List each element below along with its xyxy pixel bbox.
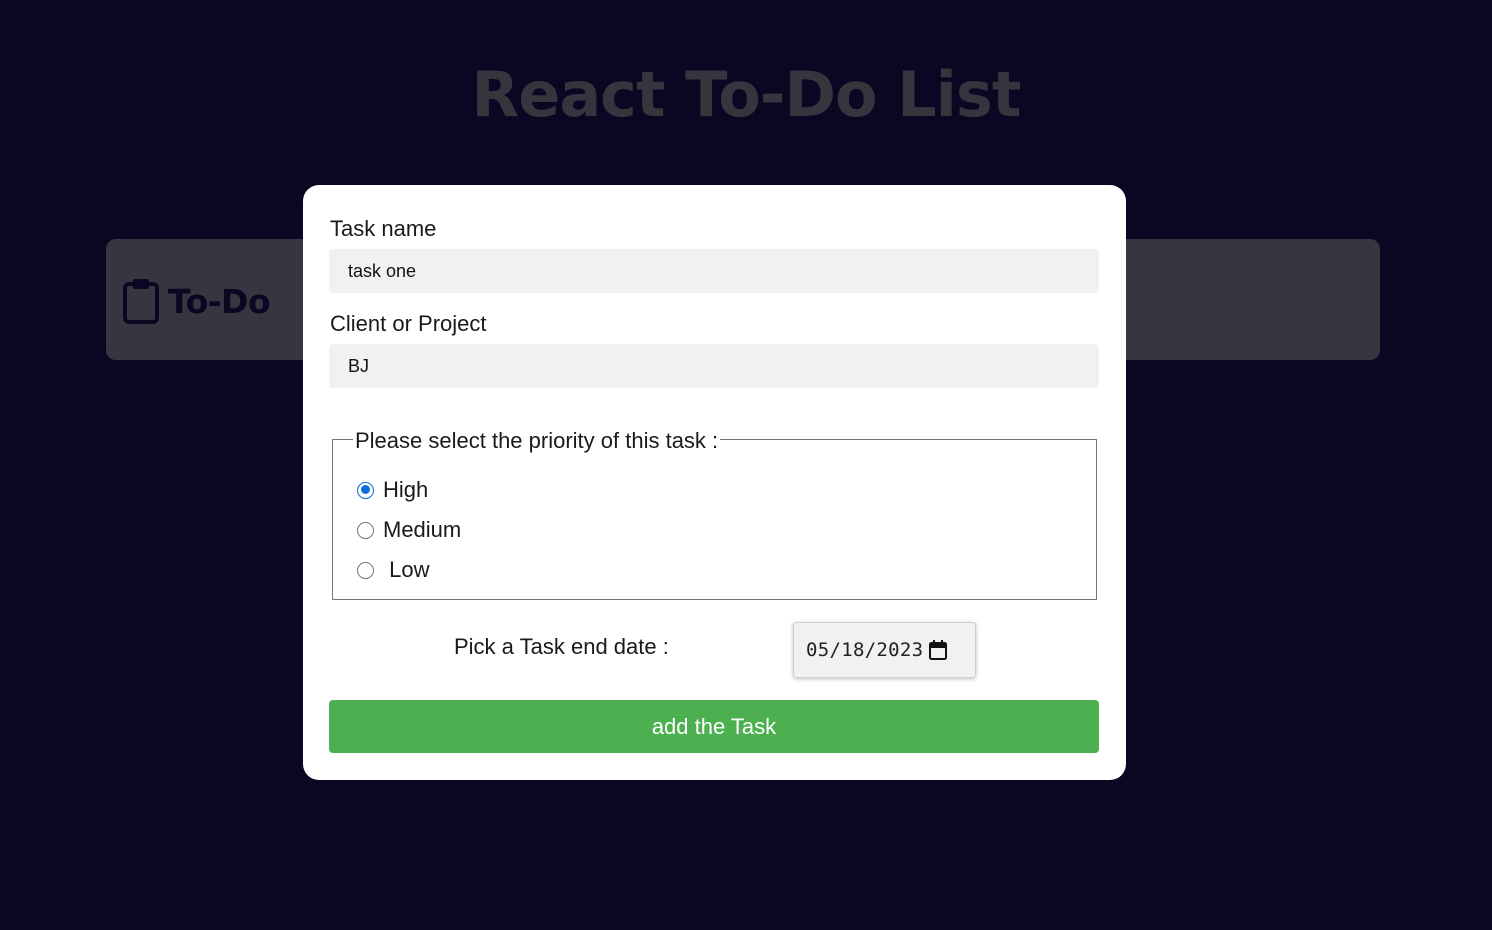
priority-medium-label: Medium: [383, 517, 462, 542]
client-project-input[interactable]: [329, 344, 1099, 388]
app-title: React To-Do List: [471, 58, 1022, 131]
end-date-label: Pick a Task end date :: [454, 634, 669, 659]
priority-high-label: High: [383, 477, 429, 502]
todo-column-header: To-Do: [122, 277, 271, 325]
priority-option-high[interactable]: High: [357, 477, 428, 503]
client-project-label: Client or Project: [330, 311, 487, 336]
task-name-label: Task name: [330, 216, 437, 241]
todo-column-title: To-Do: [168, 281, 271, 321]
task-name-input[interactable]: [329, 249, 1099, 293]
clipboard-icon: [122, 277, 160, 325]
priority-option-low[interactable]: Low: [357, 557, 429, 583]
priority-option-medium[interactable]: Medium: [357, 517, 461, 543]
add-task-button[interactable]: add the Task: [329, 700, 1099, 753]
add-task-modal: Task name Client or Project Please selec…: [303, 185, 1126, 780]
calendar-icon[interactable]: [929, 640, 948, 660]
priority-low-radio[interactable]: [357, 561, 374, 579]
end-date-value: 05/18/2023: [806, 639, 924, 661]
priority-low-label: Low: [383, 557, 430, 582]
end-date-input[interactable]: 05/18/2023: [793, 622, 976, 678]
priority-medium-radio[interactable]: [357, 521, 374, 539]
priority-fieldset: Please select the priority of this task …: [332, 428, 1097, 600]
priority-legend: Please select the priority of this task …: [353, 428, 721, 454]
priority-high-radio[interactable]: [357, 481, 374, 499]
